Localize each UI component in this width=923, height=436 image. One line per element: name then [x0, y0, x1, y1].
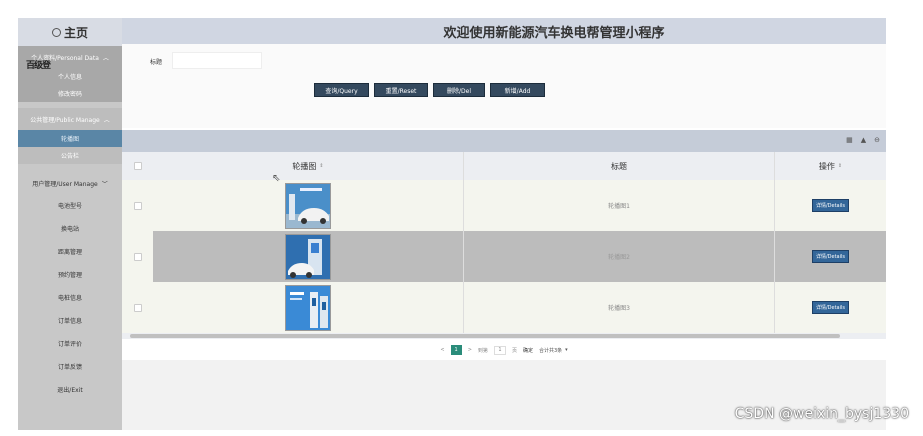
search-input[interactable] — [172, 52, 262, 69]
row-title: 轮播图1 — [464, 180, 775, 231]
header-title: 标题 — [464, 152, 775, 180]
chevron-up-icon: ︿ — [103, 116, 110, 124]
delete-button[interactable]: 删除/Del — [433, 83, 485, 97]
sidebar-home[interactable]: 主页 — [18, 18, 122, 46]
sidebar-item-charger-info[interactable]: 电桩信息 — [18, 286, 122, 309]
toolbar-icons: ▦ ▲ ⊖ — [846, 136, 880, 144]
action-buttons: 查询/Query 重置/Reset 删除/Del 新增/Add — [314, 83, 545, 97]
reset-button[interactable]: 重置/Reset — [374, 83, 428, 97]
sidebar-item-notice[interactable]: 公告栏 — [18, 147, 122, 164]
header-ops-label: 操作 — [818, 161, 835, 171]
horizontal-scrollbar[interactable] — [122, 333, 886, 339]
sidebar-group-label: 用户管理/User Manage — [32, 180, 98, 188]
columns-icon[interactable]: ▦ — [846, 136, 853, 144]
details-button[interactable]: 详情/Details — [811, 301, 850, 314]
carousel-thumbnail[interactable] — [285, 284, 331, 331]
header-title-label: 标题 — [611, 161, 627, 171]
table-row[interactable]: 轮播图3 详情/Details — [122, 282, 886, 333]
page-number-input[interactable]: 1 — [493, 345, 506, 355]
sidebar-item-order-feedback[interactable]: 订单反馈 — [18, 355, 122, 378]
row-check-cell — [122, 303, 153, 312]
row-ops-cell: 详情/Details — [775, 231, 886, 282]
chevron-up-icon: ︿ — [102, 54, 109, 62]
details-button[interactable]: 详情/Details — [811, 250, 850, 263]
scrollbar-thumb[interactable] — [130, 334, 840, 338]
row-checkbox[interactable] — [133, 252, 142, 261]
sidebar-item-exit[interactable]: 退出/Exit — [18, 378, 122, 401]
header-ops[interactable]: 操作 ⇕ — [775, 152, 886, 180]
sidebar-item-change-password[interactable]: 修改密码 — [18, 85, 122, 102]
sidebar-group-user-header[interactable]: 用户管理/User Manage ﹀ — [18, 172, 122, 194]
row-ops-cell: 详情/Details — [775, 180, 886, 231]
print-icon[interactable]: ▲ — [861, 136, 866, 144]
sidebar-item-battery-model[interactable]: 电池型号 — [18, 194, 122, 217]
overlay-text: 百级登 — [26, 61, 51, 71]
add-button[interactable]: 新增/Add — [490, 83, 545, 97]
export-icon[interactable]: ⊖ — [874, 136, 880, 144]
total-count: 合计共3条 — [538, 347, 563, 354]
chevron-down-icon: ▾ — [565, 346, 568, 353]
app-window: 主页 个人资料/Personal Data ︿ 个人信息 修改密码 百级登 公共… — [0, 0, 923, 436]
table-row[interactable]: 轮播图1 详情/Details — [122, 180, 886, 231]
table-header: 轮播图 ⇕ 标题 操作 ⇕ — [122, 152, 886, 180]
table-toolbar: ▦ ▲ ⊖ — [122, 130, 886, 152]
row-image-cell — [153, 180, 464, 231]
sidebar-item-order-review[interactable]: 订单评价 — [18, 332, 122, 355]
row-title: 轮播图3 — [464, 282, 775, 333]
sidebar-group-public: 公共管理/Public Manage ︿ 轮播图 公告栏 — [18, 108, 122, 164]
header-image[interactable]: 轮播图 ⇕ — [153, 152, 464, 180]
next-page-button[interactable]: > — [468, 347, 472, 353]
sidebar-item-distance[interactable]: 距离管理 — [18, 240, 122, 263]
row-image-cell — [153, 231, 464, 282]
sidebar-item-reservation[interactable]: 预约管理 — [18, 263, 122, 286]
select-all-checkbox[interactable] — [133, 162, 142, 170]
row-image-cell — [153, 282, 464, 333]
sidebar-home-label: 主页 — [63, 25, 88, 40]
row-check-cell — [122, 201, 153, 210]
carousel-thumbnail[interactable] — [285, 233, 331, 280]
search-label: 标题 — [150, 59, 163, 66]
header-image-label: 轮播图 — [292, 161, 317, 171]
select-all-cell — [122, 162, 153, 170]
row-checkbox[interactable] — [133, 303, 142, 312]
home-icon — [51, 27, 61, 37]
page-unit: 页 — [511, 347, 517, 354]
page-size-select[interactable]: 合计共3条 ▾ — [539, 347, 568, 354]
goto-label: 到第 — [477, 347, 488, 354]
data-table: 轮播图 ⇕ 标题 操作 ⇕ 轮播图1 详情/Details 轮播图2 详情/De… — [122, 152, 886, 333]
sidebar-group-label: 公共管理/Public Manage — [30, 116, 100, 124]
sort-icon[interactable]: ⇕ — [319, 163, 323, 169]
row-ops-cell: 详情/Details — [775, 282, 886, 333]
page-title: 欢迎使用新能源汽车换电帮管理小程序 — [443, 25, 665, 41]
sidebar-item-carousel[interactable]: 轮播图 — [18, 130, 122, 147]
watermark: CSDN @weixin_bysj1330 — [734, 406, 909, 422]
sidebar-item-orders[interactable]: 订单信息 — [18, 309, 122, 332]
chevron-down-icon: ﹀ — [101, 180, 108, 188]
current-page[interactable]: 1 — [450, 345, 462, 355]
sidebar-item-swap-station[interactable]: 换电站 — [18, 217, 122, 240]
pointer-icon: ▸ — [14, 155, 19, 164]
row-title: 轮播图2 — [464, 231, 775, 282]
query-button[interactable]: 查询/Query — [314, 83, 369, 97]
mouse-cursor-icon: ⇖ — [272, 173, 281, 184]
sort-icon[interactable]: ⇕ — [838, 163, 842, 169]
confirm-button[interactable]: 确定 — [523, 347, 533, 354]
pagination: < 1 > 到第 1 页 确定 合计共3条 ▾ — [122, 341, 886, 359]
row-check-cell — [122, 231, 153, 282]
details-button[interactable]: 详情/Details — [811, 199, 850, 212]
search-panel: 标题 查询/Query 重置/Reset 删除/Del 新增/Add — [122, 44, 886, 128]
prev-page-button[interactable]: < — [440, 347, 444, 353]
sidebar-group-public-header[interactable]: 公共管理/Public Manage ︿ — [18, 108, 122, 130]
sidebar: 主页 个人资料/Personal Data ︿ 个人信息 修改密码 百级登 公共… — [18, 18, 122, 430]
row-checkbox[interactable] — [133, 201, 142, 210]
table-row[interactable]: 轮播图2 详情/Details — [122, 231, 886, 282]
carousel-thumbnail[interactable] — [285, 182, 331, 229]
page-header: 欢迎使用新能源汽车换电帮管理小程序 — [122, 18, 886, 44]
sidebar-group-user: 用户管理/User Manage ﹀ 电池型号 换电站 距离管理 预约管理 电桩… — [18, 172, 122, 401]
sidebar-group-personal: 个人资料/Personal Data ︿ 个人信息 修改密码 — [18, 46, 122, 102]
